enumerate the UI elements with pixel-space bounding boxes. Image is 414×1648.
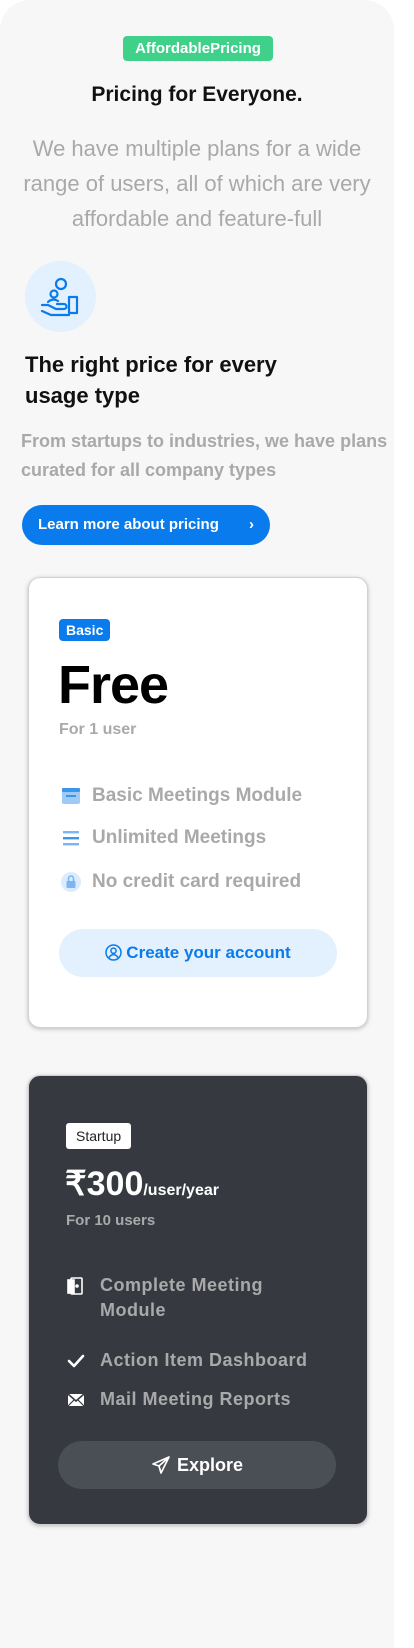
door-icon [66,1276,86,1296]
send-icon [152,1456,170,1474]
explore-label: Explore [176,1455,244,1475]
pricing-page: AffordablePricing Pricing for Everyone. … [0,0,394,1648]
basic-plan-card: Basic Free For 1 user Basic Meetings Mod… [28,577,368,1028]
chevron-right-icon: › [249,516,254,533]
meeting-window-icon [60,785,82,807]
basic-feature-label: Basic Meetings Module [92,785,303,806]
create-account-label: Create your account [126,943,291,962]
create-account-button[interactable]: Create your account [59,929,337,977]
feature-description: From startups to industries, we have pla… [21,431,388,480]
learn-more-label: Learn more about pricing [38,516,219,533]
affordable-pricing-pill: AffordablePricing [123,36,273,61]
plan-price-startup: ₹300/user/year [65,1164,219,1204]
price-period: /user/year [143,1182,219,1199]
feature-heading: The right price for every usage type [25,352,277,408]
startup-feature-label: Complete Meeting Module [100,1275,264,1320]
plan-users-basic: For 1 user [59,721,137,738]
startup-feature-item: Complete Meeting Module [66,1273,300,1323]
hand-coins-icon [25,261,96,332]
learn-more-pricing-button[interactable]: Learn more about pricing › [22,505,270,545]
plan-badge-basic: Basic [59,619,111,641]
page-title: Pricing for Everyone. [91,83,303,106]
list-lines-icon [60,827,82,849]
mail-icon [66,1390,86,1410]
startup-feature-item: Action Item Dashboard [66,1348,308,1373]
checkmark-icon [66,1351,86,1371]
basic-feature-item: Unlimited Meetings [60,826,266,850]
explore-button[interactable]: Explore [58,1441,336,1489]
startup-feature-label: Mail Meeting Reports [100,1389,292,1409]
lock-badge-icon [60,871,82,893]
startup-feature-item: Mail Meeting Reports [66,1387,291,1412]
page-subtitle: We have multiple plans for a wide range … [23,136,371,231]
basic-feature-item: Basic Meetings Module [60,784,302,808]
basic-feature-label: No credit card required [92,871,302,892]
startup-plan-card: Startup ₹300/user/year For 10 users Comp… [28,1075,368,1525]
startup-feature-label: Action Item Dashboard [100,1350,308,1370]
basic-feature-item: No credit card required [60,870,301,894]
plan-price-basic: Free [58,655,169,715]
plan-users-startup: For 10 users [66,1212,156,1229]
price-amount: ₹300 [65,1165,144,1203]
user-circle-icon [105,944,123,961]
basic-feature-label: Unlimited Meetings [92,827,267,848]
plan-badge-startup: Startup [66,1123,132,1149]
